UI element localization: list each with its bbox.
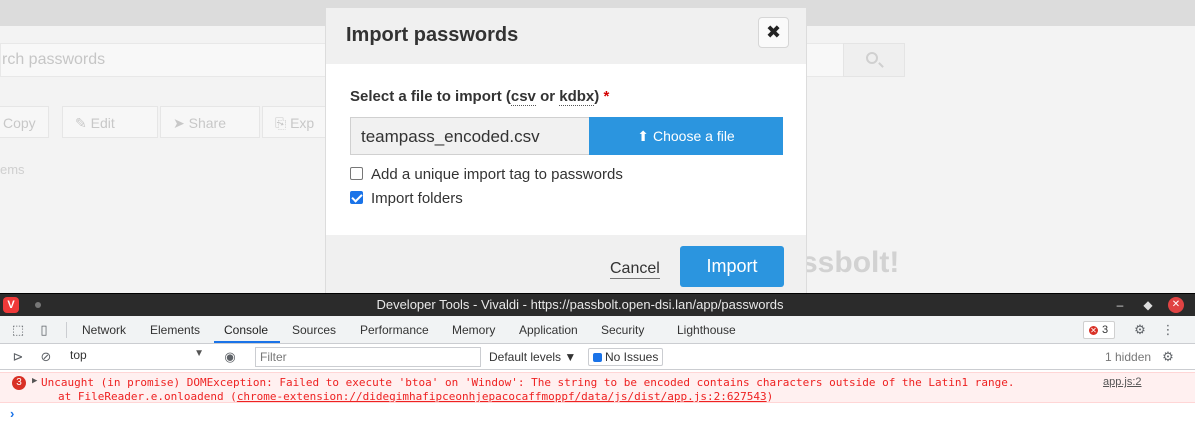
inspect-element-icon[interactable]: ⬚ xyxy=(10,322,26,338)
active-tab-indicator xyxy=(214,341,280,343)
hidden-messages-count: 1 hidden xyxy=(1105,350,1152,364)
expand-triangle-icon[interactable]: ▶ xyxy=(32,376,37,386)
tab-elements[interactable]: Elements xyxy=(150,323,200,337)
import-tag-checkbox[interactable] xyxy=(350,167,363,180)
error-count-badge[interactable]: ✕ 3 xyxy=(1083,321,1115,339)
log-levels-dropdown[interactable]: Default levels ▼ xyxy=(489,350,576,364)
edit-icon: ✎ xyxy=(75,115,91,131)
error-repeat-count: 3 xyxy=(12,376,26,390)
tab-memory[interactable]: Memory xyxy=(452,323,495,337)
more-options-icon[interactable]: ⋮ xyxy=(1160,322,1176,338)
sidebar-toggle-icon[interactable]: ⊳ xyxy=(10,349,26,365)
background-search-placeholder: rch passwords xyxy=(2,51,106,68)
console-error-message[interactable]: 3 ▶ Uncaught (in promise) DOMException: … xyxy=(0,372,1195,403)
window-close-icon[interactable]: ✕ xyxy=(1168,297,1184,313)
maximize-icon[interactable]: ◆ xyxy=(1140,297,1156,313)
issues-icon xyxy=(593,353,602,362)
file-field-label: Select a file to import (csv or kdbx) * xyxy=(350,88,610,106)
close-icon[interactable]: ✖ xyxy=(758,17,789,48)
tab-sources[interactable]: Sources xyxy=(292,323,336,337)
tab-network[interactable]: Network xyxy=(82,323,126,337)
console-filterbar: ⊳ ⊘ top ▼ ◉ Filter Default levels ▼ No Is… xyxy=(0,344,1195,370)
background-search-button xyxy=(843,43,905,77)
background-share-button: ➤ Share xyxy=(160,106,260,138)
error-text: Uncaught (in promise) DOMException: Fail… xyxy=(41,376,1015,389)
search-icon xyxy=(866,52,878,64)
share-icon: ➤ xyxy=(173,115,189,131)
dialog-header: Import passwords ✖ xyxy=(326,8,806,64)
console-prompt[interactable]: › xyxy=(10,406,14,421)
import-folders-option[interactable]: Import folders xyxy=(350,190,463,207)
devtools-titlebar: V Developer Tools - Vivaldi - https://pa… xyxy=(0,294,1195,316)
import-button[interactable]: Import xyxy=(680,246,784,287)
error-stack-line: at FileReader.e.onloadend (chrome-extens… xyxy=(58,390,774,403)
dialog-footer: Cancel Import xyxy=(326,235,806,297)
import-dialog: Import passwords ✖ Select a file to impo… xyxy=(325,7,807,297)
clear-console-icon[interactable]: ⊘ xyxy=(38,349,54,365)
background-items-label: ems xyxy=(0,162,25,177)
live-expression-eye-icon[interactable]: ◉ xyxy=(222,349,238,365)
upload-icon: ⬆ xyxy=(637,128,649,144)
filter-input[interactable]: Filter xyxy=(255,347,481,367)
background-edit-button: ✎ Edit xyxy=(62,106,158,138)
devtools-tabbar: ⬚ ▯ Network Elements Console Sources Per… xyxy=(0,316,1195,344)
devtools-window-title: Developer Tools - Vivaldi - https://pass… xyxy=(376,297,784,312)
export-icon: ⎘ xyxy=(275,115,291,131)
chevron-down-icon: ▼ xyxy=(194,348,204,359)
import-tag-option[interactable]: Add a unique import tag to passwords xyxy=(350,166,623,183)
devtools-window: V Developer Tools - Vivaldi - https://pa… xyxy=(0,293,1195,439)
settings-gear-icon[interactable]: ⚙ xyxy=(1132,322,1148,338)
error-icon: ✕ xyxy=(1089,326,1098,335)
background-copy-button: Copy xyxy=(0,106,49,138)
tab-lighthouse[interactable]: Lighthouse xyxy=(677,323,736,337)
import-folders-checkbox[interactable] xyxy=(350,191,363,204)
tab-application[interactable]: Application xyxy=(519,323,578,337)
toolbar-divider xyxy=(66,322,67,338)
issues-button[interactable]: No Issues xyxy=(588,348,664,366)
selected-file-name: teampass_encoded.csv xyxy=(350,117,590,155)
required-mark: * xyxy=(603,88,610,105)
device-toolbar-icon[interactable]: ▯ xyxy=(36,322,52,338)
minimize-icon[interactable]: – xyxy=(1112,297,1128,313)
background-export-button: ⎘ Exp xyxy=(262,106,326,138)
choose-file-button[interactable]: ⬆ Choose a file xyxy=(589,117,783,155)
background-welcome-text: ssbolt! xyxy=(801,246,900,279)
console-settings-gear-icon[interactable]: ⚙ xyxy=(1160,349,1176,365)
dialog-title: Import passwords xyxy=(346,24,519,46)
tab-security[interactable]: Security xyxy=(601,323,644,337)
context-select[interactable]: top ▼ xyxy=(70,348,208,366)
error-stack-link[interactable]: chrome-extension://didegimhafipceonhjepa… xyxy=(237,390,767,403)
tab-console[interactable]: Console xyxy=(224,323,268,337)
tab-performance[interactable]: Performance xyxy=(360,323,429,337)
error-source-link[interactable]: app.js:2 xyxy=(1103,376,1142,388)
cancel-button[interactable]: Cancel xyxy=(610,260,660,279)
